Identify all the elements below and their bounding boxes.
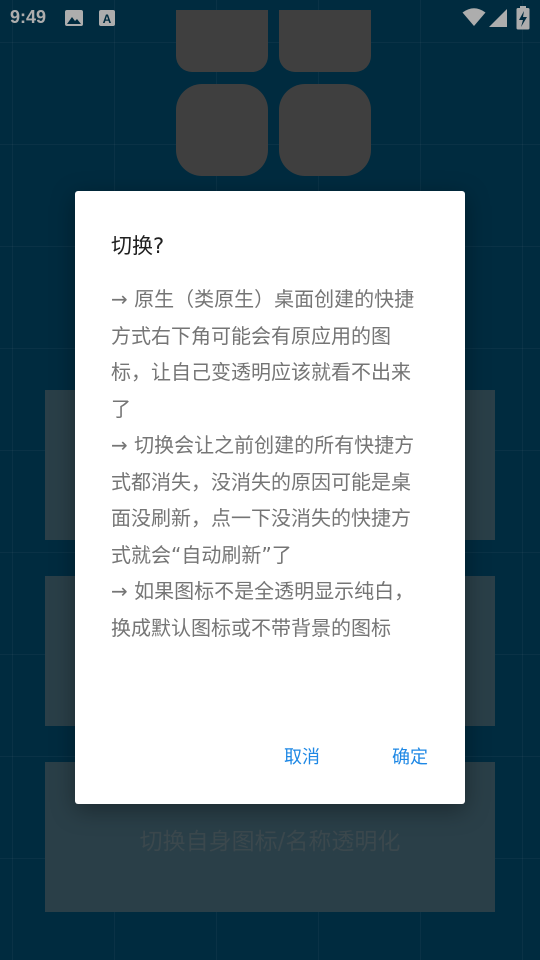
confirm-button[interactable]: 确定: [392, 743, 428, 769]
cancel-button[interactable]: 取消: [284, 743, 320, 769]
screen: 9:49 A 切换自身图标/名称透明化 切换? → 原生（类原生）桌面创建的快捷…: [0, 0, 540, 960]
dialog-message-line: → 切换会让之前创建的所有快捷方式都消失，没消失的原因可能是桌面没刷新，点一下没…: [111, 433, 415, 567]
dialog-title: 切换?: [111, 234, 165, 258]
dialog-message-line: → 原生（类原生）桌面创建的快捷方式右下角可能会有原应用的图标，让自己变透明应该…: [111, 287, 415, 421]
dialog-message-line: → 如果图标不是全透明显示纯白，换成默认图标或不带背景的图标: [111, 579, 415, 640]
confirm-dialog: 切换? → 原生（类原生）桌面创建的快捷方式右下角可能会有原应用的图标，让自己变…: [75, 191, 465, 804]
dialog-message: → 原生（类原生）桌面创建的快捷方式右下角可能会有原应用的图标，让自己变透明应该…: [111, 281, 429, 646]
